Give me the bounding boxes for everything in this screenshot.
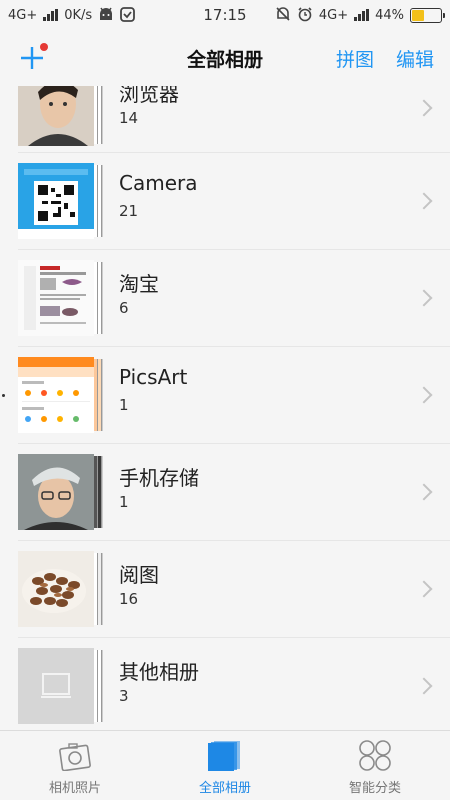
tab-label: 相机照片 bbox=[48, 781, 101, 796]
album-name: 手机存储 bbox=[119, 466, 199, 490]
album-name: 阅图 bbox=[119, 563, 159, 587]
album-count: 1 bbox=[119, 493, 129, 511]
battery-icon bbox=[410, 7, 445, 23]
smart-categories-icon bbox=[359, 740, 391, 771]
chevron-right-icon bbox=[415, 580, 433, 598]
network-type-left: 4G+ bbox=[8, 7, 38, 23]
album-thumbnail bbox=[18, 163, 102, 239]
album-list: 浏览器 14 Camera 21 淘宝 6 PicsArt 1 手机存储 1 阅… bbox=[0, 86, 450, 730]
chevron-right-icon bbox=[415, 289, 433, 307]
folder-placeholder-icon bbox=[41, 673, 71, 698]
album-name: PicsArt bbox=[119, 365, 188, 389]
album-row-browser[interactable]: 浏览器 14 bbox=[0, 86, 450, 156]
camera-photos-icon bbox=[59, 743, 91, 771]
album-thumbnail bbox=[18, 454, 102, 530]
album-row-viewer[interactable]: 阅图 16 bbox=[0, 541, 450, 637]
album-row-picsart[interactable]: PicsArt 1 bbox=[0, 347, 450, 443]
notification-dot bbox=[40, 43, 48, 51]
album-name: 浏览器 bbox=[119, 86, 179, 106]
album-row-phone-storage[interactable]: 手机存储 1 bbox=[0, 444, 450, 540]
tab-camera-photos[interactable]: 相机照片 bbox=[0, 731, 150, 800]
chevron-right-icon bbox=[415, 192, 433, 210]
album-count: 21 bbox=[119, 202, 139, 220]
album-name: Camera bbox=[119, 171, 198, 195]
signal-icon-2 bbox=[354, 9, 370, 21]
edit-button[interactable]: 编辑 bbox=[396, 45, 434, 72]
signal-icon bbox=[43, 9, 59, 21]
album-thumbnail bbox=[18, 648, 102, 724]
album-row-other[interactable]: 其他相册 3 bbox=[0, 638, 450, 730]
add-album-button[interactable] bbox=[16, 42, 48, 74]
bottom-tab-bar: 相机照片 全部相册 智能分类 bbox=[0, 730, 450, 800]
album-count: 1 bbox=[119, 396, 129, 414]
album-count: 16 bbox=[119, 590, 139, 608]
android-icon bbox=[98, 7, 114, 23]
album-count: 6 bbox=[119, 299, 129, 317]
chevron-right-icon bbox=[415, 483, 433, 501]
collage-button[interactable]: 拼图 bbox=[336, 45, 374, 72]
tab-all-albums[interactable]: 全部相册 bbox=[150, 731, 300, 800]
app-notification-icon bbox=[120, 6, 136, 24]
album-name: 其他相册 bbox=[119, 660, 199, 684]
mute-icon bbox=[275, 6, 291, 24]
header: 全部相册 拼图 编辑 bbox=[0, 30, 450, 86]
tab-label: 智能分类 bbox=[348, 781, 401, 796]
album-thumbnail bbox=[18, 551, 102, 627]
album-thumbnail bbox=[18, 86, 102, 146]
album-thumbnail bbox=[18, 357, 102, 433]
album-count: 3 bbox=[119, 687, 129, 705]
status-bar: 4G+ 0K/s 17:15 4G+ 44% bbox=[0, 0, 450, 30]
album-count: 14 bbox=[119, 109, 139, 127]
tab-smart-categories[interactable]: 智能分类 bbox=[300, 731, 450, 800]
all-albums-icon bbox=[208, 741, 240, 771]
alarm-icon bbox=[297, 6, 313, 24]
album-row-camera[interactable]: Camera 21 bbox=[0, 153, 450, 249]
chevron-right-icon bbox=[415, 677, 433, 695]
network-type-right: 4G+ bbox=[318, 7, 349, 23]
battery-percent: 44% bbox=[375, 7, 404, 23]
album-thumbnail bbox=[18, 260, 102, 336]
album-name: 淘宝 bbox=[119, 272, 159, 296]
album-row-taobao[interactable]: 淘宝 6 bbox=[0, 250, 450, 346]
network-speed: 0K/s bbox=[64, 7, 93, 23]
scroll-indicator bbox=[2, 394, 5, 397]
chevron-right-icon bbox=[415, 99, 433, 117]
tab-label: 全部相册 bbox=[198, 781, 251, 796]
chevron-right-icon bbox=[415, 386, 433, 404]
